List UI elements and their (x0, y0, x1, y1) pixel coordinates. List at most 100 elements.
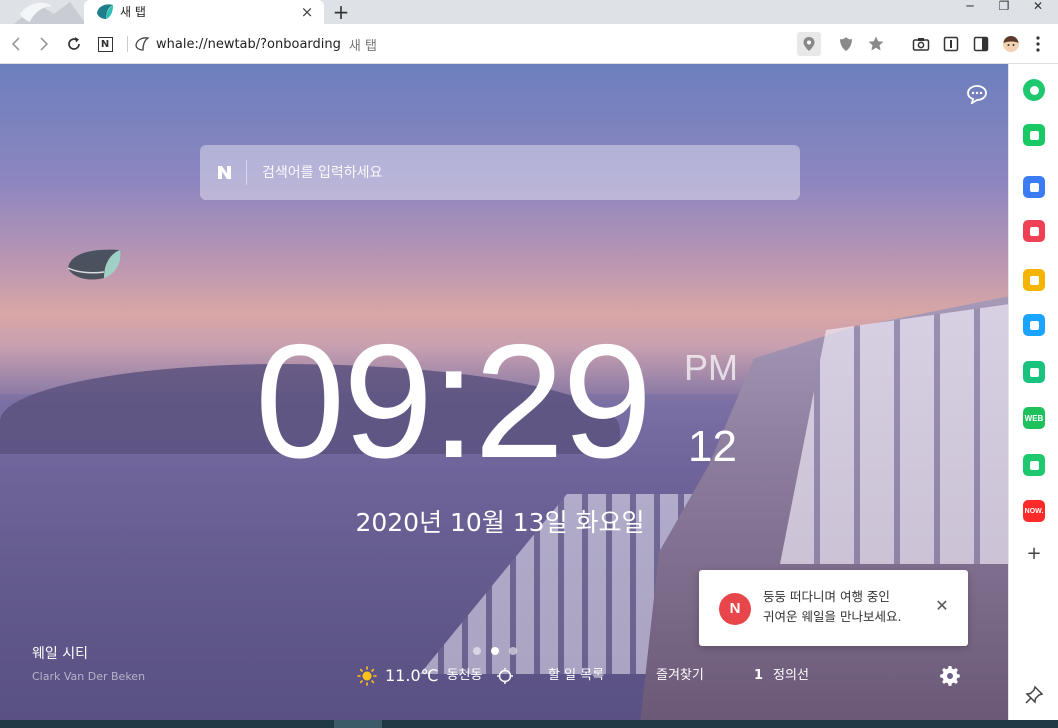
gear-icon[interactable] (940, 666, 960, 686)
whale-app-logo (14, 0, 86, 24)
tab-new-tab[interactable]: 새 탭 × (84, 0, 324, 24)
page-dot[interactable] (509, 647, 517, 655)
todo-list-link[interactable]: 할 일 목록 (548, 664, 604, 688)
location-pin-icon (803, 37, 815, 51)
onboarding-toast[interactable]: N 둥둥 떠다니며 여행 중인 귀여운 웨일을 만나보세요. ✕ (699, 570, 968, 646)
back-arrow-icon (11, 37, 20, 51)
whale-tab-icon (96, 3, 114, 21)
star-app-icon[interactable] (1023, 269, 1045, 291)
url-page-title: 새 탭 (348, 38, 377, 54)
reader-icon (943, 36, 959, 52)
close-window-button[interactable]: ✕ (1022, 0, 1054, 14)
new-tab-button[interactable]: + (330, 1, 352, 23)
now-app-icon[interactable]: NOW. (1023, 500, 1045, 522)
page-indicator (473, 647, 517, 655)
date-text: 2020년 10월 13일 화요일 (355, 508, 645, 537)
star-app-glyph (1029, 275, 1039, 285)
sidebar-toggle-button[interactable] (969, 32, 993, 56)
clock-seconds: 12 (688, 422, 737, 471)
weather-widget[interactable]: 11.0℃ 동천동 (357, 664, 514, 688)
kebab-menu-icon (1036, 36, 1040, 52)
clock-ampm: PM (684, 347, 738, 388)
papago-app-icon[interactable] (1023, 314, 1045, 336)
bell-app-glyph (1029, 130, 1039, 140)
webtoon-app-label: WEB (1024, 413, 1044, 423)
location-button[interactable] (797, 32, 821, 56)
clock-date: 2020년 10월 13일 화요일 (0, 507, 1000, 539)
weather-temperature: 11.0℃ (385, 666, 439, 685)
new-tab-page: 09:29 PM 12 2020년 10월 13일 화요일 웨일 시티 Clar… (0, 64, 1008, 720)
close-icon[interactable]: ✕ (933, 597, 951, 615)
pocket-app-icon[interactable] (1023, 220, 1045, 242)
photo-title[interactable]: 웨일 시티 (32, 645, 88, 663)
naver-n-icon: N (97, 36, 113, 52)
star-icon (868, 36, 884, 51)
weather-location: 동천동 (446, 668, 483, 683)
floating-whale-icon[interactable] (64, 238, 124, 282)
search-divider (246, 160, 247, 185)
whale-shield-button[interactable] (834, 32, 858, 56)
close-tab-icon[interactable]: × (298, 3, 316, 21)
papago-app-glyph (1029, 320, 1039, 330)
search-box[interactable] (200, 145, 800, 200)
clock-time: 09:29 (255, 311, 652, 492)
green-square-app-icon[interactable] (1023, 454, 1045, 476)
green-circle-app-icon[interactable] (1023, 79, 1045, 101)
sidebar: WEB NOW. + (1008, 64, 1058, 720)
profile-avatar-icon (1003, 36, 1019, 52)
forward-button[interactable] (32, 32, 56, 56)
toast-line-2: 귀여운 웨일을 만나보세요. (763, 609, 902, 624)
play-app-icon[interactable] (1023, 361, 1045, 383)
whale-page-icon (135, 37, 150, 51)
crosshair-icon[interactable] (496, 667, 514, 685)
favorites-link[interactable]: 즐겨찾기 (656, 664, 704, 688)
user-name: 정의선 (773, 668, 809, 683)
capture-button[interactable] (909, 32, 933, 56)
reader-mode-button[interactable] (939, 32, 963, 56)
feedback-chat-icon[interactable] (966, 84, 988, 105)
briefcase-app-icon[interactable] (1023, 176, 1045, 198)
user-badge-count: 1 (754, 668, 764, 683)
url-text: whale://newtab/?onboarding (156, 36, 341, 52)
naver-search-icon[interactable] (216, 164, 233, 181)
shield-icon (840, 37, 852, 51)
toast-line-1: 둥둥 떠다니며 여행 중인 (763, 589, 890, 604)
photo-author[interactable]: Clark Van Der Beken (32, 670, 145, 684)
green-circle-app-glyph (1029, 85, 1039, 95)
bell-app-icon[interactable] (1023, 124, 1045, 146)
reload-button[interactable] (62, 32, 86, 56)
page-dot[interactable] (473, 647, 481, 655)
minimize-button[interactable]: ─ (954, 0, 986, 14)
pin-icon[interactable] (1023, 684, 1045, 706)
profile-button[interactable] (999, 32, 1023, 56)
toolbar-divider (127, 36, 128, 52)
play-app-glyph (1029, 367, 1039, 377)
bookmark-star-button[interactable] (864, 32, 888, 56)
search-input[interactable] (262, 162, 782, 184)
taskbar-active-app[interactable] (334, 720, 382, 728)
now-app-label: NOW. (1024, 507, 1044, 515)
camera-icon (912, 38, 930, 51)
tab-title: 새 탭 (120, 5, 146, 19)
naver-badge-icon: N (719, 593, 751, 625)
briefcase-app-glyph (1029, 182, 1039, 192)
green-square-app-glyph (1029, 460, 1039, 470)
back-button[interactable] (4, 32, 28, 56)
toolbar: N whale://newtab/?onboarding 새 탭 (0, 24, 1058, 64)
toast-message: 둥둥 떠다니며 여행 중인 귀여운 웨일을 만나보세요. (763, 587, 928, 627)
naver-home-button[interactable]: N (93, 32, 117, 56)
add-sidebar-app-button[interactable]: + (1023, 543, 1045, 565)
title-bar: 새 탭 × + ─ ❐ ✕ (0, 0, 1058, 24)
reload-icon (68, 37, 80, 50)
forward-arrow-icon (40, 37, 49, 51)
webtoon-app-icon[interactable]: WEB (1023, 407, 1045, 429)
more-menu-button[interactable] (1026, 32, 1050, 56)
maximize-button[interactable]: ❐ (988, 0, 1020, 14)
os-taskbar (0, 720, 1058, 728)
sun-icon (357, 666, 377, 686)
pocket-app-glyph (1029, 226, 1039, 236)
user-widget[interactable]: 1 정의선 (754, 664, 809, 688)
address-bar[interactable]: whale://newtab/?onboarding 새 탭 (134, 32, 790, 56)
sidebar-panel-icon (973, 36, 989, 52)
page-dot-active[interactable] (491, 647, 499, 655)
